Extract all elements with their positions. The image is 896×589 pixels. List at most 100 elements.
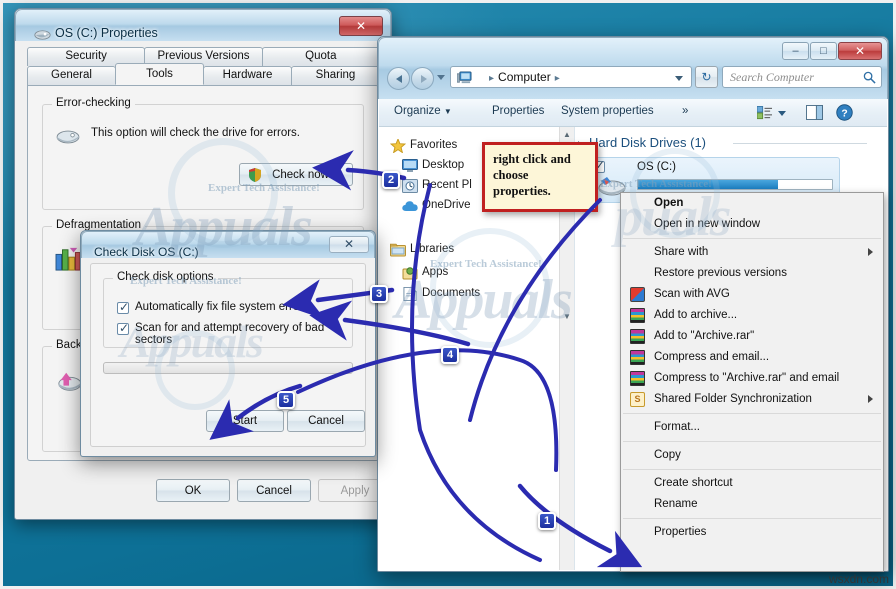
source-credit: wsxdn.com	[828, 572, 889, 586]
address-bar[interactable]: ▸ Computer ▸	[450, 66, 692, 88]
check-disk-dialog[interactable]: Check Disk OS (C:) ✕ Check disk options …	[80, 230, 376, 457]
check-now-button[interactable]: Check now...	[239, 163, 353, 186]
context-menu-item-scan-with-avg[interactable]: Scan with AVG	[621, 284, 883, 305]
view-chevron-down-icon[interactable]	[778, 111, 786, 116]
context-menu-item-label: Add to "Archive.rar"	[654, 330, 755, 342]
callout-badge-2: 2	[382, 171, 400, 189]
rar-icon	[630, 308, 645, 323]
context-menu-item-rename[interactable]: Rename	[621, 494, 883, 515]
properties-close-button[interactable]: ✕	[339, 16, 383, 36]
breadcrumb: ▸ Computer ▸	[485, 70, 564, 84]
group-header-rule	[733, 143, 867, 144]
context-menu-separator	[623, 238, 881, 239]
tab-sharing[interactable]: Sharing	[291, 66, 380, 85]
context-menu-item-create-shortcut[interactable]: Create shortcut	[621, 473, 883, 494]
nav-item-desktop[interactable]: Desktop	[422, 159, 464, 171]
context-menu-item-label: Open in new window	[654, 218, 761, 230]
drive-context-menu[interactable]: Open Open in new window Share with Restore …	[620, 192, 884, 572]
context-menu-item-label: Scan with AVG	[654, 288, 730, 300]
context-menu-item-add-to-archive[interactable]: Add to archive...	[621, 305, 883, 326]
nav-item-recent-places[interactable]: Recent Pl	[422, 179, 472, 191]
maximize-button[interactable]: □	[810, 42, 837, 60]
check-disk-body: Check disk options Automatically fix fil…	[90, 263, 366, 447]
check-disk-options-label: Check disk options	[113, 271, 218, 283]
organize-menu[interactable]: Organize ▼	[394, 105, 452, 117]
minimize-button[interactable]: –	[782, 42, 809, 60]
maximize-glyph: □	[820, 45, 827, 57]
search-box[interactable]: Search Computer	[722, 66, 882, 88]
explorer-toolbar: Organize ▼ Properties System properties …	[379, 99, 887, 127]
desktop-screen: Appuals Expert Tech Assistance! OS (C:) …	[0, 0, 896, 589]
context-menu-item-restore-previous-versions[interactable]: Restore previous versions	[621, 263, 883, 284]
context-menu-item-label: Rename	[654, 498, 698, 510]
back-button[interactable]	[387, 67, 410, 90]
nav-item-favorites[interactable]: Favorites	[410, 139, 457, 151]
context-menu-item-copy[interactable]: Copy	[621, 445, 883, 466]
context-menu-item-format[interactable]: Format...	[621, 417, 883, 438]
onedrive-icon	[402, 201, 418, 211]
view-icon[interactable]	[757, 106, 772, 120]
callout-badge-1: 1	[538, 512, 556, 530]
check-disk-title: Check Disk OS (C:)	[94, 245, 199, 259]
star-icon	[390, 139, 406, 153]
forward-button[interactable]	[411, 67, 434, 90]
properties-toolbar-button[interactable]: Properties	[492, 105, 544, 117]
refresh-button[interactable]: ↻	[695, 66, 718, 88]
context-menu-item-share-with[interactable]: Share with	[621, 242, 883, 263]
context-menu-item-open[interactable]: Open	[621, 193, 883, 214]
nav-scroll-up-icon[interactable]: ▲	[560, 127, 574, 142]
tab-row-lower: General Tools Hardware Sharing	[27, 63, 380, 85]
check-disk-cancel-button[interactable]: Cancel	[287, 410, 365, 432]
breadcrumb-sep-left: ▸	[489, 73, 495, 84]
svg-text:?: ?	[841, 108, 847, 119]
search-input[interactable]: Search Computer	[730, 70, 814, 85]
context-menu-item-label: Shared Folder Synchronization	[654, 393, 812, 405]
properties-ok-button[interactable]: OK	[156, 479, 230, 502]
minimize-glyph: –	[792, 45, 799, 57]
submenu-arrow-icon	[868, 248, 873, 256]
fix-errors-checkbox[interactable]	[117, 300, 129, 314]
context-menu-separator	[623, 441, 881, 442]
context-menu-item-compress-and-email[interactable]: Compress and email...	[621, 347, 883, 368]
explorer-close-button[interactable]: ✕	[838, 42, 882, 60]
properties-cancel-button[interactable]: Cancel	[237, 479, 311, 502]
error-checking-description: This option will check the drive for err…	[91, 127, 300, 139]
context-menu-separator	[623, 469, 881, 470]
breadcrumb-sep-right[interactable]: ▸	[551, 73, 564, 84]
avg-icon	[630, 287, 645, 302]
context-menu-item-add-to-archive-rar[interactable]: Add to "Archive.rar"	[621, 326, 883, 347]
scan-bad-sectors-checkbox[interactable]	[117, 321, 129, 335]
callout-badge-3: 3	[370, 285, 388, 303]
nav-item-apps[interactable]: Apps	[422, 266, 448, 278]
nav-scroll-down-icon[interactable]: ▼	[560, 309, 574, 324]
fix-errors-label: Automatically fix file system errors	[135, 301, 309, 313]
preview-pane-icon[interactable]	[806, 105, 823, 120]
check-disk-start-button[interactable]: Start	[206, 410, 284, 432]
tab-quota[interactable]: Quota	[261, 47, 380, 66]
system-properties-toolbar-button[interactable]: System properties	[561, 105, 654, 117]
recent-pages-chevron-icon[interactable]	[437, 75, 445, 80]
tab-general[interactable]: General	[27, 66, 116, 85]
drive-usage-fill	[638, 180, 778, 189]
callout-badge-4: 4	[441, 346, 459, 364]
rar-icon	[630, 329, 645, 344]
context-menu-item-open-in-new-window[interactable]: Open in new window	[621, 214, 883, 235]
defrag-icon	[55, 247, 81, 271]
check-now-label: Check now...	[272, 169, 338, 181]
context-menu-item-compress-to-archive-rar-and-email[interactable]: Compress to "Archive.rar" and email	[621, 368, 883, 389]
address-dropdown-chevron-icon[interactable]	[675, 76, 683, 81]
context-menu-item-properties[interactable]: Properties	[621, 522, 883, 543]
search-icon	[863, 71, 876, 84]
nav-item-libraries[interactable]: Libraries	[410, 243, 454, 255]
check-disk-progress-bar	[103, 362, 353, 374]
toolbar-overflow-button[interactable]: »	[682, 105, 688, 117]
breadcrumb-computer[interactable]: Computer	[498, 70, 551, 84]
tab-hardware[interactable]: Hardware	[203, 66, 292, 85]
rar-icon	[630, 350, 645, 365]
context-menu-item-shared-folder-synchronization[interactable]: S Shared Folder Synchronization	[621, 389, 883, 410]
check-disk-close-button[interactable]: ✕	[329, 236, 369, 253]
tab-tools[interactable]: Tools	[115, 63, 204, 85]
nav-item-onedrive[interactable]: OneDrive	[422, 199, 471, 211]
nav-item-documents[interactable]: Documents	[422, 287, 480, 299]
help-icon[interactable]: ?	[836, 104, 853, 121]
